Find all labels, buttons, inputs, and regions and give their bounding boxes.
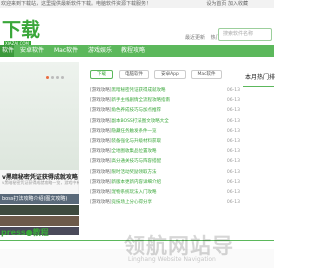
list-item[interactable]: [游戏攻略]宠物系统玩法入门攻略 06-13 <box>90 188 240 198</box>
list-item[interactable]: [游戏攻略]角色养成技巧与加点推荐 06-13 <box>90 106 240 116</box>
list-item-date: 06-13 <box>226 138 240 144</box>
list-item-date: 06-13 <box>226 169 240 175</box>
list-item-category: [游戏攻略] <box>90 108 112 114</box>
banner-dot[interactable] <box>61 76 64 79</box>
list-item-date: 06-13 <box>226 88 240 93</box>
list-item[interactable]: [游戏攻略]高分通关技巧与阵容搭配 06-13 <box>90 157 240 167</box>
category-tabs: 下载 电脑软件 安卓App Mac软件 <box>90 70 244 82</box>
latest-update-link[interactable]: 最近更新 <box>185 35 205 41</box>
tab-android-app[interactable]: 安卓App <box>154 70 186 79</box>
hot-month-title: 本月热门排 <box>245 74 276 81</box>
tab-download[interactable]: 下载 <box>90 70 113 79</box>
list-item[interactable]: [游戏攻略]副本BOSS打法图文攻略大全 06-13 <box>90 117 240 127</box>
list-item-category: [游戏攻略] <box>90 149 112 155</box>
top-info-bar: 欢迎来到下载站，这里提供最新软件下载。电脑软件资源下载服务！ 设为首页 加入收藏 <box>0 0 274 8</box>
banner-pagination <box>46 76 64 79</box>
list-item-date: 06-13 <box>226 200 240 206</box>
banner-dot[interactable] <box>56 76 59 79</box>
list-item-category: [游戏攻略] <box>90 88 112 93</box>
list-item[interactable]: [游戏攻略]全地图收集品位置攻略 06-13 <box>90 147 240 157</box>
site-logo[interactable]: 下载 <box>2 21 40 40</box>
list-item-date: 06-13 <box>226 118 240 124</box>
list-item-title[interactable]: 角色养成技巧与加点推荐 <box>112 108 162 113</box>
article-list: [游戏攻略]黑暗秘密凭证获得成就攻略 06-13 [游戏攻略]新手主线剧情全流程攻略… <box>90 86 240 208</box>
list-item[interactable]: [游戏攻略]新手主线剧情全流程攻略指南 06-13 <box>90 96 240 106</box>
list-item-title[interactable]: 限时活动奖励领取方法 <box>112 170 157 175</box>
list-item-date: 06-13 <box>226 128 240 134</box>
right-sidebar: 本月热门排 <box>243 62 276 199</box>
banner-description: v黑暗秘密凭证获得成就攻略一览，游戏中有不少成就 <box>2 180 79 185</box>
top-info-text: 欢迎来到下载站，这里提供最新软件下载。电脑软件资源下载服务！ <box>1 1 152 7</box>
list-item-title[interactable]: 隐藏任务触发条件一览 <box>112 129 157 134</box>
list-item[interactable]: [游戏攻略]竞技场上分心得分享 06-13 <box>90 198 240 208</box>
list-item-title[interactable]: 黑暗秘密凭证获得成就攻略 <box>112 88 166 93</box>
list-item-category: [游戏攻略] <box>90 179 112 185</box>
list-item-title[interactable]: 全地图收集品位置攻略 <box>112 149 157 154</box>
watermark-subtitle: Linghang Website Navigation <box>128 256 216 263</box>
list-item[interactable]: [游戏攻略]隐藏任务触发条件一览 06-13 <box>90 127 240 137</box>
list-item[interactable]: [游戏攻略]新版本更新内容详细介绍 06-13 <box>90 178 240 188</box>
list-item[interactable]: [游戏攻略]限时活动奖励领取方法 06-13 <box>90 168 240 178</box>
list-item-title[interactable]: 副本BOSS打法图文攻略大全 <box>112 119 169 124</box>
list-item-category: [游戏攻略] <box>90 159 112 165</box>
list-item-date: 06-13 <box>226 159 240 165</box>
banner-dot[interactable] <box>51 76 54 79</box>
list-item-category: [游戏攻略] <box>90 98 112 104</box>
banner-image[interactable] <box>0 62 79 170</box>
list-item-category: [游戏攻略] <box>90 189 112 195</box>
thumb-item[interactable] <box>0 216 79 226</box>
list-item-title[interactable]: 新版本更新内容详细介绍 <box>112 180 162 185</box>
list-item-title[interactable]: 竞技场上分心得分享 <box>112 200 153 205</box>
list-item-category: [游戏攻略] <box>90 138 112 144</box>
nav-item-games[interactable]: 游戏娱乐 <box>88 45 116 57</box>
list-item[interactable]: [游戏攻略]黑暗秘密凭证获得成就攻略 06-13 <box>90 86 240 96</box>
list-item-category: [游戏攻略] <box>90 118 112 124</box>
nav-item-software[interactable]: 软件 <box>0 45 14 57</box>
banner-dot[interactable] <box>46 76 49 79</box>
main-nav: 软件 安卓软件 Mac软件 游戏娱乐 教程攻略 <box>0 45 274 57</box>
list-item-category: [游戏攻略] <box>90 169 112 175</box>
section-title[interactable]: press●教程 <box>1 227 49 238</box>
thumb-item[interactable]: boss打法攻略介绍(图文攻略) <box>0 194 79 204</box>
top-right-links[interactable]: 设为首页 加入收藏 <box>206 0 248 8</box>
site-header: 下载 XIAZAI.COM 最近更新 热门排行 搜索软件名称 <box>0 8 274 46</box>
list-item-title[interactable]: 宠物系统玩法入门攻略 <box>112 190 157 195</box>
list-item-title[interactable]: 高分通关技巧与阵容搭配 <box>112 159 162 164</box>
divider <box>243 86 274 87</box>
list-item[interactable]: [游戏攻略]装备强化与升级材料获取 06-13 <box>90 137 240 147</box>
list-item-date: 06-13 <box>226 179 240 185</box>
list-item-title[interactable]: 装备强化与升级材料获取 <box>112 139 162 144</box>
list-item-category: [游戏攻略] <box>90 200 112 206</box>
list-item-date: 06-13 <box>226 98 240 104</box>
thumb-item[interactable] <box>0 205 79 215</box>
tab-mac-software[interactable]: Mac软件 <box>191 70 222 79</box>
list-item-category: [游戏攻略] <box>90 128 112 134</box>
nav-item-tutorials[interactable]: 教程攻略 <box>121 45 149 57</box>
nav-item-android[interactable]: 安卓软件 <box>20 45 48 57</box>
list-item-date: 06-13 <box>226 149 240 155</box>
list-item-date: 06-13 <box>226 108 240 114</box>
search-input[interactable]: 搜索软件名称 <box>218 28 272 41</box>
list-item-date: 06-13 <box>226 189 240 195</box>
tab-pc-software[interactable]: 电脑软件 <box>119 70 149 79</box>
nav-item-mac[interactable]: Mac软件 <box>54 45 82 57</box>
list-item-title[interactable]: 新手主线剧情全流程攻略指南 <box>112 98 171 103</box>
